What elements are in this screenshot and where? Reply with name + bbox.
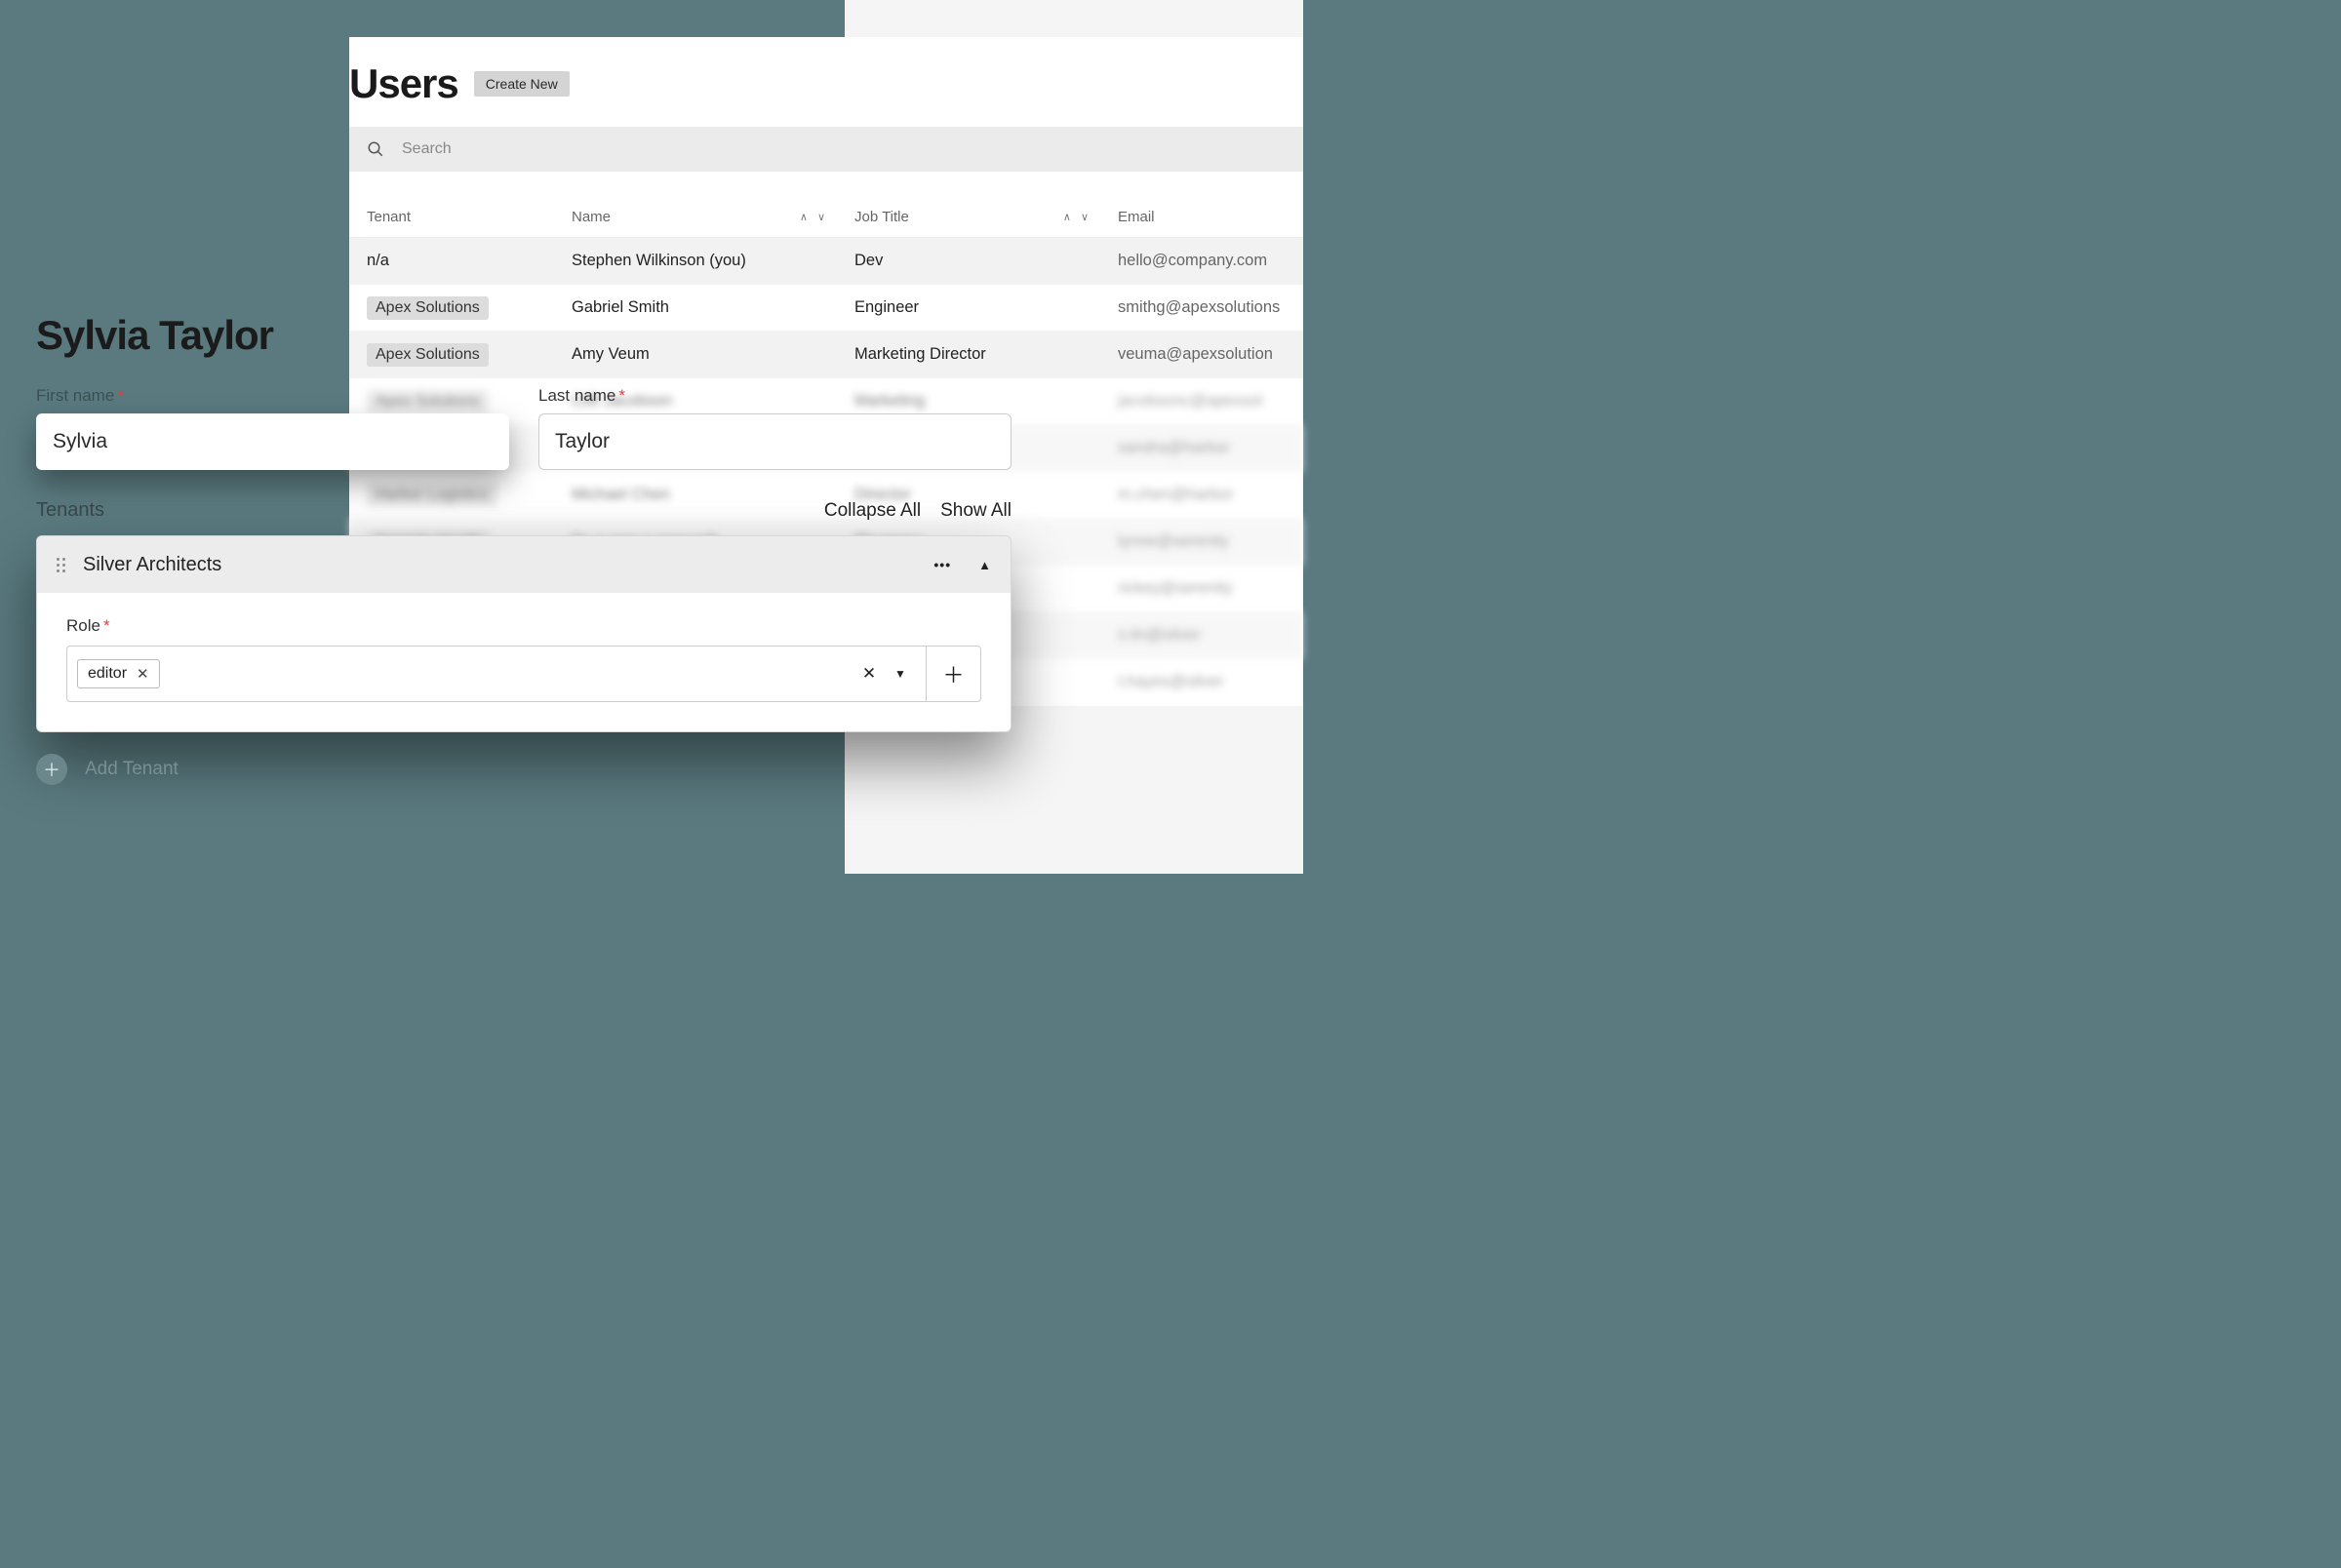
tenants-section-label: Tenants (36, 499, 104, 522)
user-edit-form: Sylvia Taylor First name* Last name* Ten… (36, 312, 1012, 785)
add-tenant-icon[interactable]: ＋ (36, 754, 67, 785)
tenant-card: Silver Architects ••• ▲ Role* editor ✕ ✕… (36, 535, 1012, 732)
last-name-input[interactable] (538, 413, 1012, 470)
role-clear-icon[interactable]: ✕ (853, 664, 885, 684)
role-chip-label: editor (88, 665, 127, 683)
sort-job-desc-icon[interactable]: ∨ (1081, 211, 1089, 223)
sort-name-asc-icon[interactable]: ∧ (800, 211, 808, 223)
tenant-card-title: Silver Architects (83, 554, 916, 576)
first-name-label: First name* (36, 386, 509, 406)
role-field[interactable]: editor ✕ ✕ ▼ ＋ (66, 646, 981, 702)
tenant-card-more-icon[interactable]: ••• (933, 557, 951, 572)
last-name-field-group: Last name* (538, 386, 1012, 470)
add-tenant-button[interactable]: Add Tenant (85, 759, 179, 780)
create-new-button[interactable]: Create New (474, 71, 570, 97)
first-name-field-group: First name* (36, 386, 509, 470)
search-icon (367, 140, 384, 158)
column-email[interactable]: Email (1118, 209, 1155, 225)
show-all-button[interactable]: Show All (940, 500, 1012, 522)
sort-job-asc-icon[interactable]: ∧ (1063, 211, 1071, 223)
column-name[interactable]: Name (572, 209, 611, 225)
table-row[interactable]: n/aStephen Wilkinson (you)Devhello@compa… (349, 238, 1303, 285)
tenant-card-collapse-icon[interactable]: ▲ (978, 558, 991, 572)
role-chip-remove-icon[interactable]: ✕ (137, 665, 149, 683)
search-bar[interactable] (349, 127, 1303, 172)
table-header: Tenant Name ∧ ∨ Job Title ∧ ∨ Email (349, 197, 1303, 238)
column-job-title[interactable]: Job Title (854, 209, 909, 225)
role-chip: editor ✕ (77, 659, 160, 688)
collapse-all-button[interactable]: Collapse All (824, 500, 921, 522)
role-add-button[interactable]: ＋ (926, 647, 980, 701)
role-label: Role* (66, 616, 981, 636)
sort-name-desc-icon[interactable]: ∨ (817, 211, 825, 223)
search-input[interactable] (402, 140, 1286, 158)
column-tenant[interactable]: Tenant (367, 209, 411, 225)
drag-handle-icon[interactable] (57, 558, 65, 572)
edit-user-title: Sylvia Taylor (36, 312, 1012, 359)
page-title: Users (349, 60, 458, 107)
last-name-label: Last name* (538, 386, 1012, 406)
first-name-input[interactable] (36, 413, 509, 470)
role-dropdown-icon[interactable]: ▼ (885, 667, 916, 681)
